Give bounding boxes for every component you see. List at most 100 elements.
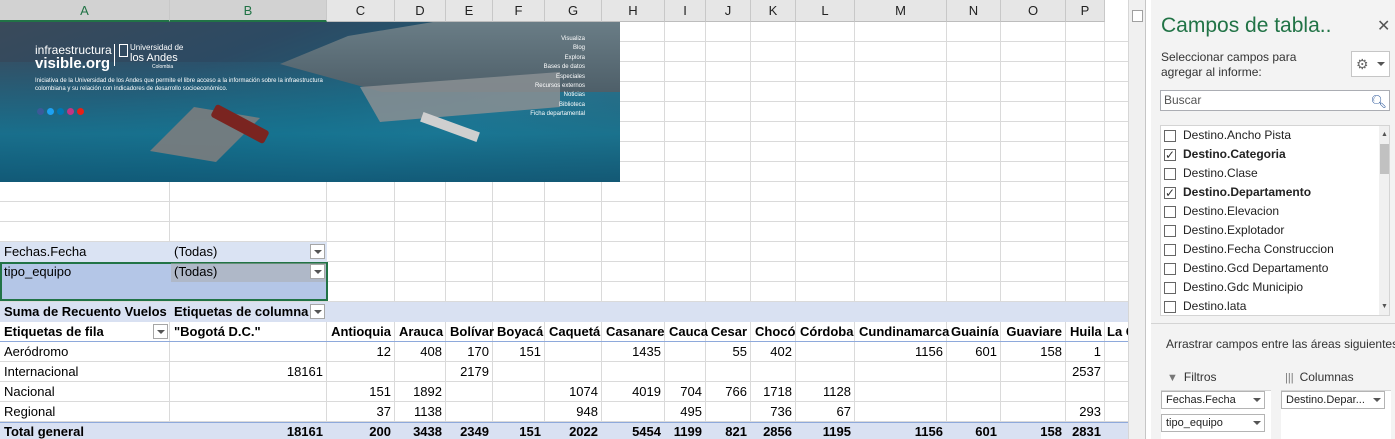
pivot-column-header[interactable]: Guainía xyxy=(947,322,1001,342)
pivot-row-label[interactable]: Internacional xyxy=(0,362,82,382)
filter-field-value[interactable]: (Todas) xyxy=(170,242,221,262)
pivot-value-cell xyxy=(602,402,665,422)
columns-icon: ||| xyxy=(1285,372,1294,384)
pivot-row-label[interactable]: Regional xyxy=(0,402,59,422)
field-item[interactable]: Destino.Explotador xyxy=(1161,221,1373,240)
pivot-column-header[interactable]: Cesar xyxy=(706,322,751,342)
field-item[interactable]: Destino.Elevacion xyxy=(1161,202,1373,221)
rows-filter-button[interactable] xyxy=(153,324,168,339)
pivot-total-label: Total general xyxy=(4,424,84,439)
column-header-p[interactable]: P xyxy=(1066,0,1105,22)
pivot-column-header[interactable]: La G xyxy=(1103,322,1128,342)
column-header-h[interactable]: H xyxy=(602,0,665,22)
scroll-up-icon[interactable]: ▲ xyxy=(1380,130,1389,139)
pivot-value-cell xyxy=(855,382,947,402)
pivot-column-header[interactable]: Antioquia xyxy=(327,322,395,342)
banner-image[interactable]: infraestructura visible.org Universidad … xyxy=(0,22,620,182)
chevron-down-icon[interactable] xyxy=(1253,398,1261,402)
column-header-a[interactable]: A xyxy=(0,0,170,22)
field-checkbox[interactable] xyxy=(1164,184,1176,203)
field-item[interactable]: Destino.Departamento xyxy=(1161,183,1373,203)
columns-area-title: Columnas xyxy=(1299,370,1354,384)
pivot-total-cell: 1195 xyxy=(822,424,851,439)
field-item[interactable]: Destino.Gcd Departamento xyxy=(1161,259,1373,278)
filters-area-field[interactable]: Fechas.Fecha xyxy=(1161,391,1265,409)
pivot-column-header[interactable]: Cundinamarca xyxy=(855,322,949,342)
pivot-value-cell: 766 xyxy=(725,384,747,399)
column-header-o[interactable]: O xyxy=(1001,0,1066,22)
tools-button[interactable]: ⚙ xyxy=(1351,51,1390,77)
chevron-down-icon[interactable] xyxy=(1373,398,1381,402)
field-checkbox[interactable] xyxy=(1164,225,1176,237)
field-checkbox[interactable] xyxy=(1164,206,1176,218)
field-checkbox[interactable] xyxy=(1164,130,1176,142)
pivot-column-header[interactable]: "Bogotá D.C." xyxy=(170,322,265,342)
pivot-column-header[interactable]: Boyacá xyxy=(493,322,545,342)
column-header-b[interactable]: B xyxy=(170,0,327,22)
pivot-total-cell: 1156 xyxy=(914,424,943,439)
filters-area-field[interactable]: tipo_equipo xyxy=(1161,414,1265,432)
filters-area-title: Filtros xyxy=(1183,370,1217,384)
close-icon[interactable]: ✕ xyxy=(1377,16,1390,36)
pivot-row-label[interactable]: Nacional xyxy=(0,382,59,402)
field-list[interactable]: ▲ ▼ Destino.Ancho Pista Destino.Categoria… xyxy=(1160,125,1390,316)
chevron-down-icon xyxy=(1377,62,1385,66)
pivot-value-cell: 736 xyxy=(770,404,792,419)
field-checkbox[interactable] xyxy=(1164,282,1176,294)
scrollbar-thumb[interactable] xyxy=(1380,144,1389,174)
field-checkbox[interactable] xyxy=(1164,263,1176,275)
column-header-i[interactable]: I xyxy=(665,0,706,22)
filter-dropdown-button[interactable] xyxy=(310,244,325,259)
pivot-value-cell: 37 xyxy=(376,404,391,419)
banner-description: Iniciativa de la Universidad de los Ande… xyxy=(35,78,323,92)
field-item[interactable]: Destino.lata xyxy=(1161,297,1373,315)
chevron-down-icon[interactable] xyxy=(1253,421,1261,425)
field-checkbox[interactable] xyxy=(1164,168,1176,180)
field-item[interactable]: Destino.Categoria xyxy=(1161,145,1373,165)
column-header-n[interactable]: N xyxy=(947,0,1001,22)
filters-area[interactable]: Fechas.Fecha tipo_equipo xyxy=(1161,390,1271,439)
field-label: Destino.lata xyxy=(1183,299,1247,313)
pivot-column-header[interactable]: Casanare xyxy=(602,322,665,342)
column-header-d[interactable]: D xyxy=(395,0,446,22)
field-checkbox[interactable] xyxy=(1164,146,1176,165)
filter-field-value[interactable]: (Todas) xyxy=(170,262,221,282)
field-label: Destino.Ancho Pista xyxy=(1183,128,1292,142)
column-header-k[interactable]: K xyxy=(751,0,796,22)
field-item[interactable]: Destino.Clase xyxy=(1161,164,1373,183)
filter-dropdown-button[interactable] xyxy=(310,264,325,279)
pivot-column-header[interactable]: Chocó xyxy=(751,322,796,342)
pivot-column-header[interactable]: Huila xyxy=(1066,322,1105,342)
field-checkbox[interactable] xyxy=(1164,301,1176,313)
pivot-column-header[interactable]: Arauca xyxy=(395,322,446,342)
spreadsheet-grid[interactable]: ABCDEFGHIJKLMNOP infraestructura visible… xyxy=(0,0,1128,439)
column-header-m[interactable]: M xyxy=(855,0,947,22)
pivot-column-header[interactable]: Guaviare xyxy=(1001,322,1066,342)
field-list-scrollbar[interactable]: ▲ ▼ xyxy=(1379,126,1389,315)
field-item[interactable]: Destino.Gdc Municipio xyxy=(1161,278,1373,297)
sheet-vertical-scrollbar[interactable] xyxy=(1128,0,1145,439)
grid-hline xyxy=(0,201,1128,202)
field-search-input[interactable]: Buscar 🔍︎ xyxy=(1160,90,1390,111)
column-header-l[interactable]: L xyxy=(796,0,855,22)
field-item[interactable]: Destino.Ancho Pista xyxy=(1161,126,1373,145)
columns-area-field[interactable]: Destino.Depar... xyxy=(1281,391,1385,409)
column-header-f[interactable]: F xyxy=(493,0,545,22)
column-header-e[interactable]: E xyxy=(446,0,493,22)
field-checkbox[interactable] xyxy=(1164,244,1176,256)
pivot-column-header[interactable]: Cauca xyxy=(665,322,708,342)
scrollbar-thumb[interactable] xyxy=(1132,10,1143,22)
columns-area[interactable]: Destino.Depar... xyxy=(1281,390,1391,439)
pivot-row-label[interactable]: Aeródromo xyxy=(0,342,72,362)
field-item[interactable]: Destino.Fecha Construccion xyxy=(1161,240,1373,259)
pivot-column-header[interactable]: Córdoba xyxy=(796,322,855,342)
column-header-g[interactable]: G xyxy=(545,0,602,22)
scroll-down-icon[interactable]: ▼ xyxy=(1380,302,1389,311)
columns-filter-button[interactable] xyxy=(310,304,325,319)
pivot-column-header[interactable]: Caquetá xyxy=(545,322,602,342)
pivot-value-cell xyxy=(1066,382,1105,402)
pivot-column-header[interactable]: Bolívar xyxy=(446,322,494,342)
banner-brand-line2: visible.org xyxy=(35,55,111,72)
column-header-j[interactable]: J xyxy=(706,0,751,22)
column-header-c[interactable]: C xyxy=(327,0,395,22)
